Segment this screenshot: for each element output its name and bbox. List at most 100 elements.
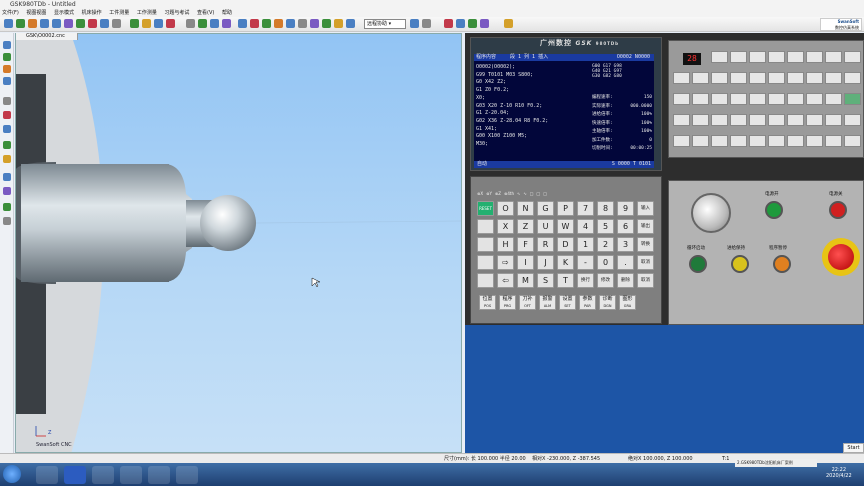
stop-icon[interactable] <box>422 19 431 28</box>
power-on-button[interactable] <box>765 201 783 219</box>
mode-select[interactable]: 远程协助 ▾ <box>364 19 406 29</box>
operator-key[interactable] <box>673 93 690 105</box>
cnc-key[interactable]: 转换 <box>637 237 654 252</box>
new-icon[interactable] <box>4 19 13 28</box>
cnc-key[interactable]: 4 <box>577 219 594 234</box>
alm-key[interactable]: 报警 ALM <box>539 295 556 310</box>
menu-help[interactable]: 帮助 <box>222 10 232 16</box>
color-icon[interactable] <box>3 187 11 195</box>
circle-icon[interactable] <box>274 19 283 28</box>
pdf-icon[interactable] <box>120 466 142 484</box>
operator-key[interactable] <box>806 72 823 84</box>
operator-key[interactable] <box>711 135 728 147</box>
cnc-key[interactable]: ⇦ <box>497 273 514 288</box>
operator-key[interactable] <box>787 93 804 105</box>
fill-icon[interactable] <box>322 19 331 28</box>
operator-key[interactable] <box>768 93 785 105</box>
operator-key[interactable] <box>768 114 785 126</box>
emergency-stop-button[interactable] <box>828 244 854 270</box>
axis-key[interactable]: □ <box>530 191 534 196</box>
cnc-key[interactable]: I <box>517 255 534 270</box>
cnc-key[interactable] <box>477 255 494 270</box>
window-icon[interactable] <box>480 19 489 28</box>
view-top-icon[interactable] <box>100 19 109 28</box>
set-key[interactable]: 设置 SET <box>559 295 576 310</box>
operator-key[interactable] <box>844 114 861 126</box>
select-icon[interactable] <box>3 41 11 49</box>
cnc-key[interactable]: 7 <box>577 201 594 216</box>
menu-exam[interactable]: 习题与考试 <box>164 10 189 16</box>
arrow-icon[interactable] <box>456 19 465 28</box>
operator-key[interactable] <box>844 51 861 63</box>
workpiece-icon[interactable] <box>142 19 151 28</box>
operator-key[interactable] <box>806 51 823 63</box>
operator-key[interactable] <box>768 72 785 84</box>
fixture-icon[interactable] <box>154 19 163 28</box>
operator-key[interactable] <box>787 51 804 63</box>
reset-view-icon[interactable] <box>3 217 11 225</box>
cnc-key[interactable]: 8 <box>597 201 614 216</box>
axis-key[interactable]: ⊗Z <box>495 191 501 196</box>
cnc-key[interactable] <box>477 237 494 252</box>
arc-icon[interactable] <box>262 19 271 28</box>
axis-key[interactable]: ⊗4th <box>504 191 514 196</box>
zoom-in-icon[interactable] <box>40 19 49 28</box>
handwheel[interactable] <box>691 193 731 233</box>
paint-icon[interactable] <box>176 466 198 484</box>
operator-key[interactable] <box>711 114 728 126</box>
start-button[interactable]: Start <box>843 443 864 453</box>
par-key[interactable]: 参数 PAR <box>579 295 596 310</box>
cnc-key[interactable]: 删除 <box>617 273 634 288</box>
polygon-icon[interactable] <box>298 19 307 28</box>
cnc-key[interactable]: 取消 <box>637 273 654 288</box>
operator-key[interactable] <box>825 93 842 105</box>
operator-key[interactable] <box>806 114 823 126</box>
cnc-key[interactable]: 换行 <box>577 273 594 288</box>
operator-key[interactable] <box>749 93 766 105</box>
pan-icon[interactable] <box>64 19 73 28</box>
cnc-key[interactable]: P <box>557 201 574 216</box>
cnc-key[interactable]: 6 <box>617 219 634 234</box>
operator-key[interactable] <box>844 93 861 105</box>
prg-key[interactable]: 程序 PRG <box>499 295 516 310</box>
axis-key[interactable]: ⊗Y <box>486 191 492 196</box>
cnc-key[interactable]: D <box>557 237 574 252</box>
dgn-key[interactable]: 诊断 DGN <box>599 295 616 310</box>
program-pause-button[interactable] <box>773 255 791 273</box>
operator-key[interactable] <box>787 72 804 84</box>
layer-icon[interactable] <box>346 19 355 28</box>
save-icon[interactable] <box>28 19 37 28</box>
text-icon[interactable] <box>310 19 319 28</box>
operator-key[interactable] <box>673 72 690 84</box>
operator-key[interactable] <box>730 135 747 147</box>
axis-key[interactable]: ∿ <box>517 191 520 196</box>
operator-key[interactable] <box>692 135 709 147</box>
start-orb-icon[interactable] <box>3 465 21 483</box>
cnc-key[interactable]: - <box>577 255 594 270</box>
pos-key[interactable]: 位置 POS <box>479 295 496 310</box>
cnc-key[interactable]: N <box>517 201 534 216</box>
cnc-key[interactable]: 修改 <box>597 273 614 288</box>
operator-key[interactable] <box>825 72 842 84</box>
operator-key[interactable] <box>825 135 842 147</box>
operator-key[interactable] <box>749 114 766 126</box>
cnc-key[interactable]: . <box>617 255 634 270</box>
media-icon[interactable] <box>92 466 114 484</box>
shade-icon[interactable] <box>3 141 11 149</box>
feed-hold-button[interactable] <box>731 255 749 273</box>
operator-key[interactable] <box>825 51 842 63</box>
operator-key[interactable] <box>806 93 823 105</box>
3d-viewport[interactable]: Z SwanSoft CNC <box>15 33 462 453</box>
cnc-key[interactable]: S <box>537 273 554 288</box>
taskbar-item[interactable]: 2.GSK980TDb沈阳机床厂案例 <box>735 459 817 467</box>
cnc-key[interactable]: T <box>557 273 574 288</box>
operator-key[interactable] <box>692 72 709 84</box>
operator-key[interactable] <box>730 72 747 84</box>
trace-icon[interactable] <box>334 19 343 28</box>
cnc-key[interactable]: U <box>537 219 554 234</box>
cnc-key[interactable]: X <box>497 219 514 234</box>
orbit-icon[interactable] <box>3 77 11 85</box>
operator-key[interactable] <box>673 135 690 147</box>
gear-icon[interactable] <box>198 19 207 28</box>
axis-key[interactable]: ⊗X <box>477 191 483 196</box>
